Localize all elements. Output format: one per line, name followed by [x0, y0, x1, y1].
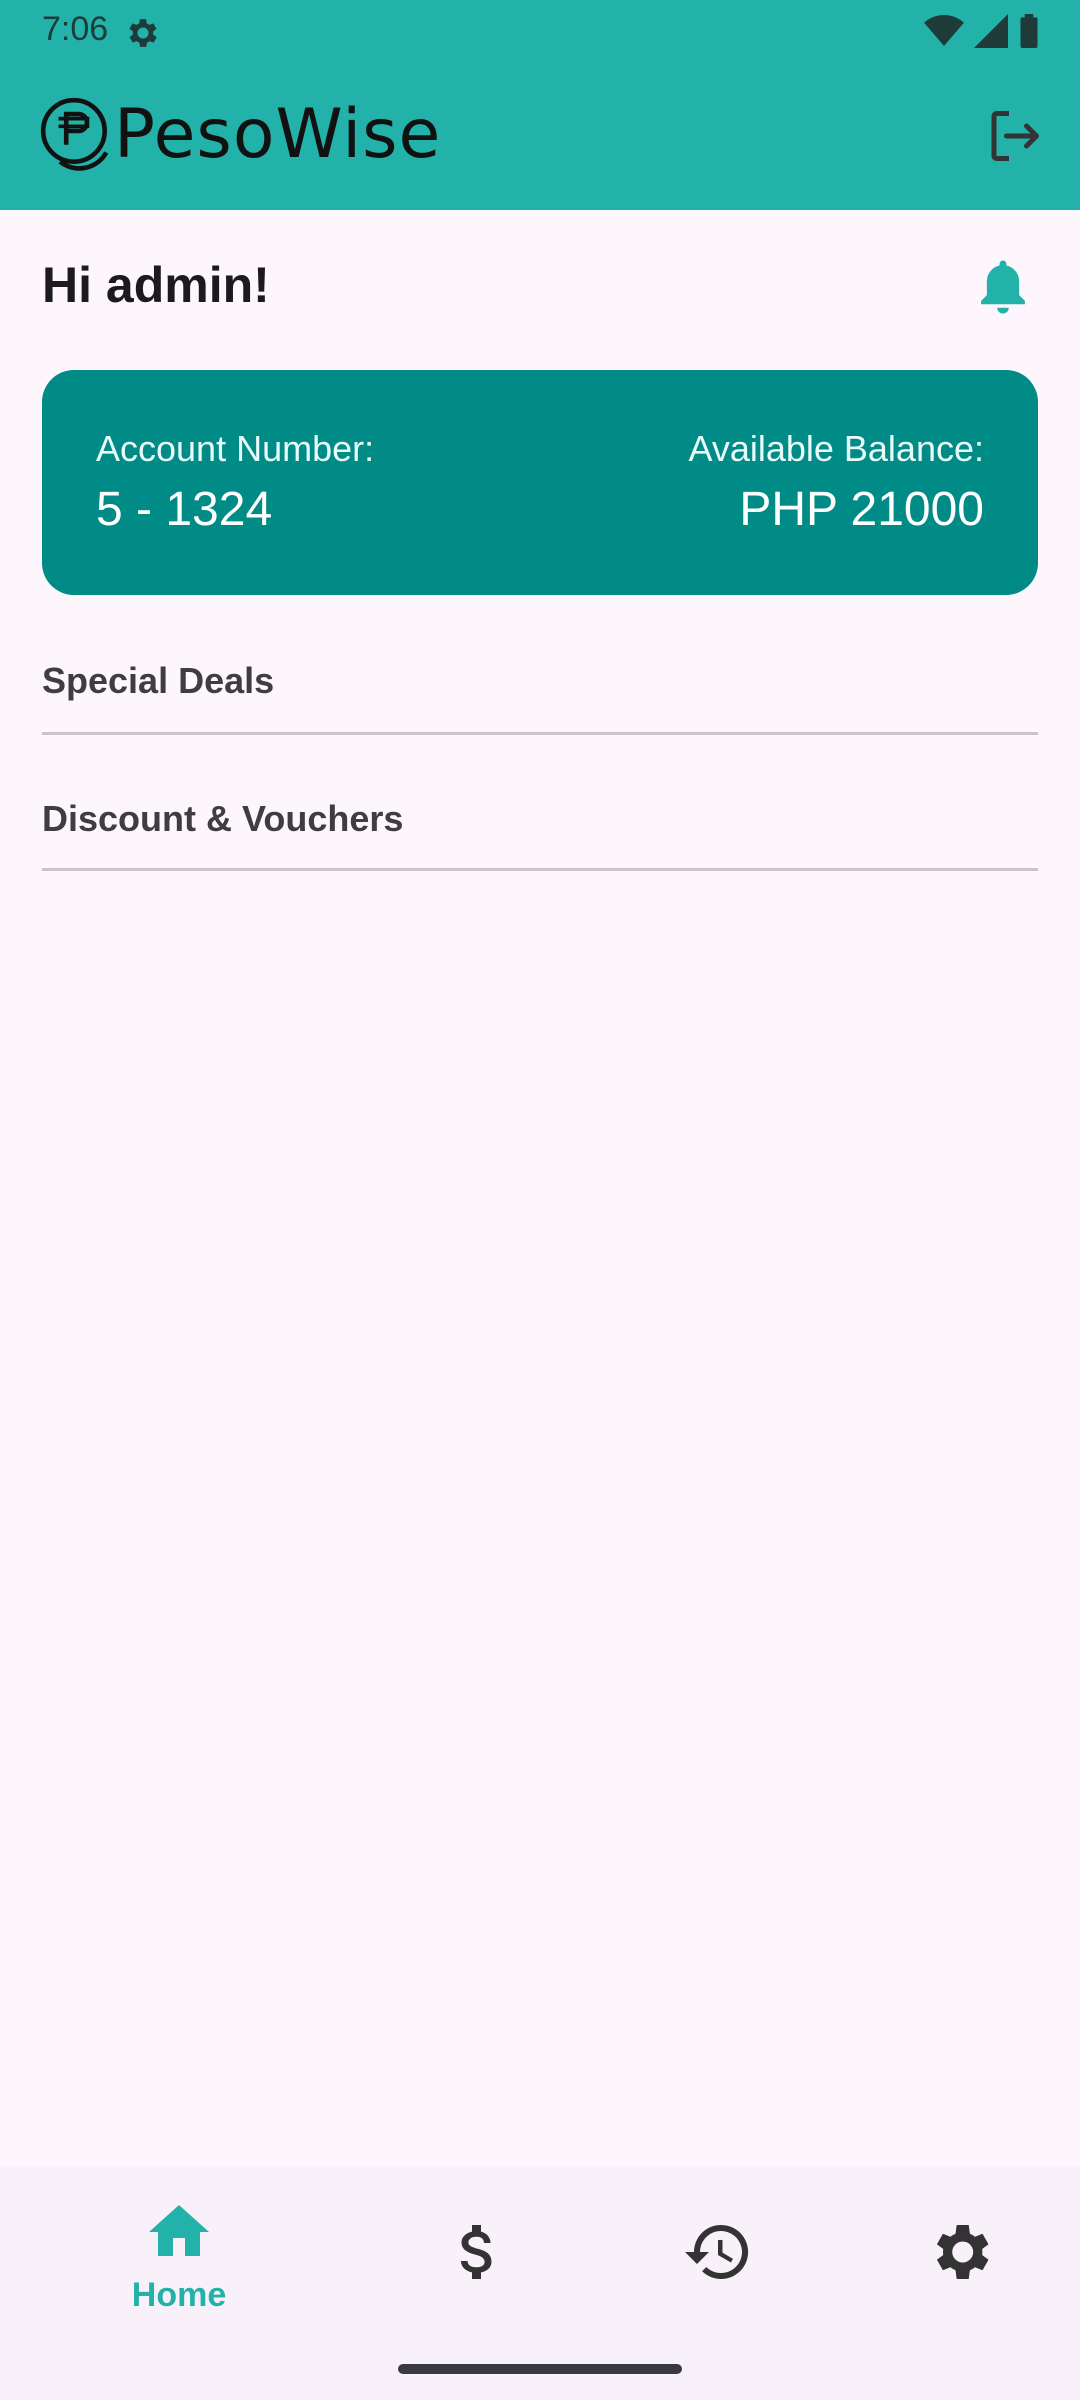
- gear-icon: [936, 2225, 989, 2279]
- app-name: PesoWise: [114, 94, 442, 174]
- settings-gear-icon: [129, 19, 157, 47]
- home-icon: [149, 2205, 209, 2256]
- app-logo: PesoWise: [40, 94, 441, 174]
- status-icons: [924, 14, 1040, 48]
- top-bar: 7:06 PesoWise: [0, 0, 1080, 210]
- battery-icon: [1020, 14, 1038, 48]
- dollar-icon: [460, 2225, 492, 2279]
- nav-history[interactable]: [618, 2196, 818, 2336]
- home-screen: 7:06 PesoWise Hi admin! Account Number: …: [0, 0, 1080, 2400]
- balance-value: PHP 21000: [739, 483, 984, 536]
- logout-button[interactable]: [982, 104, 1046, 168]
- history-icon: [685, 2224, 749, 2279]
- wifi-icon: [924, 15, 964, 46]
- account-number-label: Account Number:: [96, 428, 375, 469]
- signal-icon: [974, 14, 1008, 48]
- account-number-value: 5 - 1324: [96, 483, 273, 536]
- logout-icon: [991, 111, 1039, 161]
- status-time: 7:06: [42, 10, 109, 48]
- discount-vouchers-title: Discount & Vouchers: [42, 798, 404, 839]
- notifications-button[interactable]: [968, 252, 1038, 322]
- peso-coin-icon: [40, 97, 109, 171]
- account-card: Account Number: 5 - 1324 Available Balan…: [42, 370, 1038, 595]
- nav-home-label: Home: [131, 2276, 227, 2314]
- nav-home[interactable]: Home: [79, 2196, 279, 2336]
- app-bar: PesoWise: [0, 62, 1080, 210]
- nav-transactions[interactable]: [378, 2196, 578, 2336]
- discount-vouchers-section[interactable]: Discount & Vouchers: [42, 798, 1038, 871]
- greeting-text: Hi admin!: [42, 257, 270, 313]
- nav-settings[interactable]: [860, 2196, 1060, 2336]
- balance-label: Available Balance:: [688, 428, 984, 469]
- home-indicator[interactable]: [398, 2364, 682, 2374]
- bell-icon: [981, 260, 1025, 314]
- status-bar: 7:06: [0, 0, 1080, 62]
- special-deals-section[interactable]: Special Deals: [42, 660, 1038, 735]
- special-deals-title: Special Deals: [42, 660, 275, 701]
